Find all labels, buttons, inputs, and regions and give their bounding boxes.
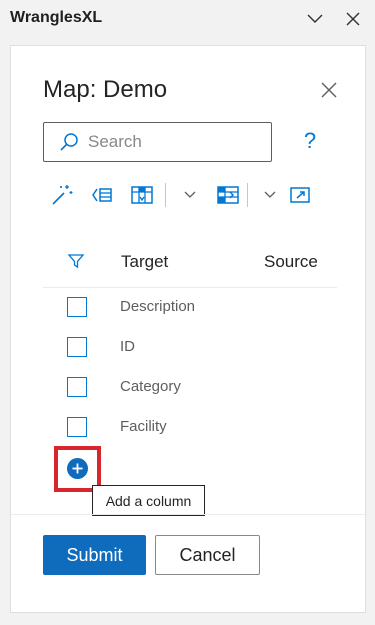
filter-icon[interactable] bbox=[65, 250, 87, 272]
add-column-button[interactable] bbox=[67, 458, 88, 479]
row-label: Description bbox=[120, 298, 196, 315]
row-label: Facility bbox=[120, 418, 167, 435]
row-checkbox[interactable] bbox=[67, 377, 87, 397]
footer-divider bbox=[11, 514, 367, 515]
magic-wand-icon[interactable] bbox=[49, 182, 75, 208]
search-box bbox=[43, 122, 272, 162]
row-label: ID bbox=[120, 338, 135, 355]
table-import-icon[interactable] bbox=[129, 182, 155, 208]
row-checkbox[interactable] bbox=[67, 337, 87, 357]
row-checkbox[interactable] bbox=[67, 417, 87, 437]
search-input[interactable] bbox=[88, 132, 258, 152]
help-button[interactable]: ? bbox=[299, 126, 321, 156]
dialog-title: Map: Demo bbox=[43, 76, 168, 103]
collapse-chevron-icon[interactable] bbox=[304, 8, 326, 30]
close-icon[interactable] bbox=[319, 80, 339, 100]
submit-button[interactable]: Submit bbox=[43, 535, 146, 575]
plus-icon bbox=[72, 463, 83, 474]
search-icon bbox=[58, 131, 80, 153]
table-row: ID bbox=[11, 327, 367, 367]
close-pane-icon[interactable] bbox=[342, 8, 364, 30]
toolbar bbox=[49, 179, 349, 211]
title-bar: WranglesXL bbox=[0, 0, 375, 38]
table-row: Category bbox=[11, 367, 367, 407]
table-row: Description bbox=[11, 287, 367, 327]
table-header: Target Source bbox=[11, 241, 367, 287]
toolbar-divider bbox=[247, 183, 248, 207]
open-external-icon[interactable] bbox=[287, 182, 313, 208]
row-checkbox[interactable] bbox=[67, 297, 87, 317]
table-row: Facility bbox=[11, 407, 367, 447]
app-title: WranglesXL bbox=[10, 9, 103, 26]
dropdown-chevron-icon[interactable] bbox=[177, 182, 203, 208]
column-header-target[interactable]: Target bbox=[121, 252, 168, 272]
table-export-icon[interactable] bbox=[215, 182, 241, 208]
cancel-button[interactable]: Cancel bbox=[155, 535, 260, 575]
column-header-source[interactable]: Source bbox=[264, 252, 318, 272]
map-dialog: Map: Demo ? bbox=[10, 45, 367, 613]
dropdown-chevron-icon[interactable] bbox=[257, 182, 283, 208]
row-label: Category bbox=[120, 378, 181, 395]
toolbar-divider bbox=[165, 183, 166, 207]
list-add-icon[interactable] bbox=[89, 182, 115, 208]
add-column-tooltip: Add a column bbox=[92, 485, 205, 516]
